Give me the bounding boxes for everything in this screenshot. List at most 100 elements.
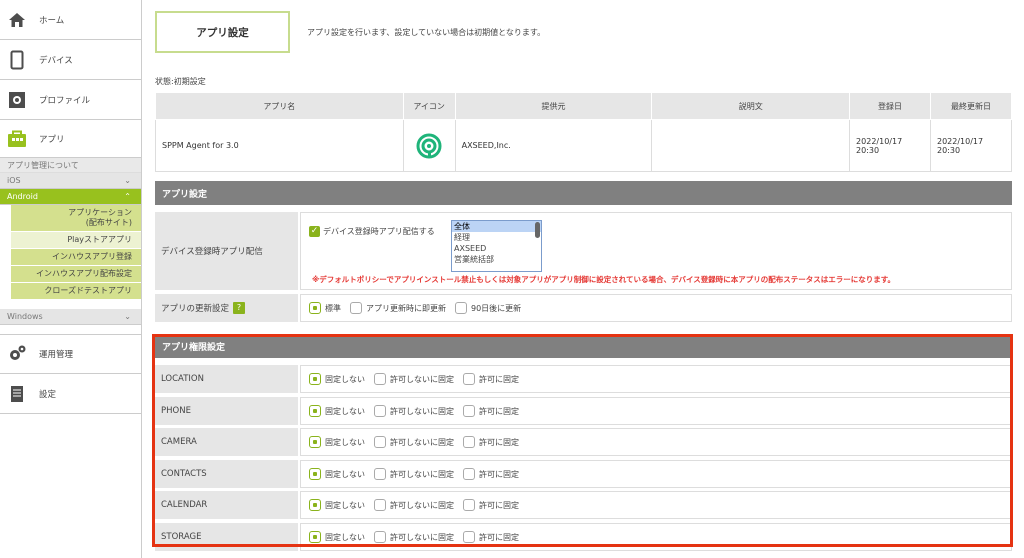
home-icon (7, 10, 27, 30)
description-cell (651, 119, 851, 172)
option-label: 許可しないに固定 (390, 469, 454, 479)
update-option-immediate[interactable]: アプリ更新時に即更新 (350, 302, 446, 314)
nav-devices[interactable]: デバイス (0, 40, 141, 80)
permission-label: CAMERA (155, 428, 298, 456)
update-option-90days[interactable]: 90日後に更新 (455, 302, 521, 314)
app-settings-header: アプリ設定 (155, 181, 1012, 205)
provider-cell: AXSEED,Inc. (454, 119, 653, 172)
radio-unselected-icon (463, 405, 475, 417)
nav-android-label: Android (7, 192, 38, 201)
option-label: 許可に固定 (479, 374, 519, 384)
nav-settings[interactable]: 設定 (0, 374, 141, 414)
option-fixed-deny[interactable]: 許可しないに固定 (374, 499, 454, 511)
option-not-fixed[interactable]: 固定しない (309, 499, 365, 511)
android-link-play-store[interactable]: Playストアアプリ (11, 232, 141, 249)
radio-unselected-icon (463, 468, 475, 480)
app-icon (7, 129, 27, 149)
permission-label: CONTACTS (155, 460, 298, 488)
group-listbox[interactable]: 全体 経理 AXSEED 営業統括部 (451, 220, 542, 272)
android-link-closed-test[interactable]: クローズドテストアプリ (11, 283, 141, 300)
option-fixed-allow[interactable]: 許可に固定 (463, 499, 519, 511)
permission-options: 固定しない 許可しないに固定 許可に固定 (300, 491, 1012, 519)
gear-icon (7, 344, 27, 364)
option-fixed-allow[interactable]: 許可に固定 (463, 405, 519, 417)
option-fixed-allow[interactable]: 許可に固定 (463, 436, 519, 448)
nav-operations[interactable]: 運用管理 (0, 334, 141, 374)
option-not-fixed[interactable]: 固定しない (309, 436, 365, 448)
nav-apps[interactable]: アプリ (0, 120, 141, 158)
nav-profiles[interactable]: プロファイル (0, 80, 141, 120)
nav-apps-label: アプリ (39, 134, 65, 145)
permission-row: LOCATION 固定しない 許可しないに固定 許可に固定 (155, 365, 1012, 393)
update-option-label: 標準 (325, 303, 341, 313)
group-option[interactable]: 営業統括部 (452, 254, 541, 265)
nav-home[interactable]: ホーム (0, 0, 141, 40)
option-fixed-deny[interactable]: 許可しないに固定 (374, 436, 454, 448)
permission-label: STORAGE (155, 523, 298, 551)
option-fixed-allow[interactable]: 許可に固定 (463, 531, 519, 543)
option-not-fixed[interactable]: 固定しない (309, 373, 365, 385)
update-setting-value: 標準 アプリ更新時に即更新 90日後に更新 (300, 294, 1012, 322)
option-label: 固定しない (325, 406, 365, 416)
radio-unselected-icon (374, 405, 386, 417)
option-fixed-deny[interactable]: 許可しないに固定 (374, 373, 454, 385)
group-option[interactable]: 全体 (452, 221, 541, 232)
android-submenu: アプリケーション (配布サイト) Playストアアプリ インハウスアプリ登録 イ… (11, 205, 141, 300)
option-fixed-deny[interactable]: 許可しないに固定 (374, 468, 454, 480)
option-label: 許可に固定 (479, 406, 519, 416)
radio-selected-icon (309, 302, 321, 314)
radio-unselected-icon (463, 436, 475, 448)
group-option[interactable]: 経理 (452, 232, 541, 243)
group-option[interactable]: AXSEED (452, 243, 541, 254)
radio-unselected-icon (374, 436, 386, 448)
update-option-standard[interactable]: 標準 (309, 302, 341, 314)
chevron-up-icon: ⌃ (124, 192, 131, 201)
warning-text: ※デフォルトポリシーでアプリインストール禁止もしくは対象アプリがアプリ制御に設定… (312, 275, 895, 284)
option-label: 固定しない (325, 532, 365, 542)
option-fixed-allow[interactable]: 許可に固定 (463, 468, 519, 480)
android-link-inhouse-register[interactable]: インハウスアプリ登録 (11, 249, 141, 266)
radio-selected-icon (309, 436, 321, 448)
option-not-fixed[interactable]: 固定しない (309, 405, 365, 417)
profile-icon (7, 90, 27, 110)
page-title: アプリ設定 (155, 11, 290, 53)
listbox-scrollbar[interactable] (535, 222, 540, 238)
device-icon (7, 50, 27, 70)
device-dist-checkbox[interactable]: ✓ デバイス登録時アプリ配信する (309, 226, 435, 237)
app-mgmt-about[interactable]: アプリ管理について (0, 158, 141, 173)
update-setting-row: アプリの更新設定 ? 標準 アプリ更新時に即更新 90日後に更新 (155, 294, 1012, 322)
option-fixed-allow[interactable]: 許可に固定 (463, 373, 519, 385)
column-header: 最終更新日 (930, 92, 1012, 120)
option-fixed-deny[interactable]: 許可しないに固定 (374, 531, 454, 543)
radio-selected-icon (309, 468, 321, 480)
chevron-down-icon: ⌄ (124, 176, 131, 185)
permission-options: 固定しない 許可しないに固定 許可に固定 (300, 365, 1012, 393)
nav-android[interactable]: Android ⌃ (0, 189, 141, 205)
nav-settings-label: 設定 (39, 389, 57, 400)
nav-profiles-label: プロファイル (39, 95, 91, 106)
update-option-label: 90日後に更新 (471, 303, 522, 313)
android-link-distribution-site[interactable]: アプリケーション (配布サイト) (11, 205, 141, 232)
nav-ios-label: iOS (7, 176, 21, 185)
help-icon[interactable]: ? (233, 302, 246, 314)
android-link-inhouse-distribution[interactable]: インハウスアプリ配布設定 (11, 266, 141, 283)
option-label: 許可に固定 (479, 532, 519, 542)
radio-unselected-icon (455, 302, 467, 314)
table-row: SPPM Agent for 3.0 AXSEED,Inc. 2022/10/1… (155, 119, 1012, 172)
column-header: 説明文 (651, 92, 851, 120)
device-dist-checkbox-label: デバイス登録時アプリ配信する (323, 227, 435, 236)
nav-ios[interactable]: iOS ⌄ (0, 173, 141, 189)
update-setting-label: アプリの更新設定 ? (155, 294, 298, 322)
option-not-fixed[interactable]: 固定しない (309, 531, 365, 543)
option-label: 許可に固定 (479, 469, 519, 479)
radio-unselected-icon (374, 531, 386, 543)
option-fixed-deny[interactable]: 許可しないに固定 (374, 405, 454, 417)
option-not-fixed[interactable]: 固定しない (309, 468, 365, 480)
nav-windows[interactable]: Windows ⌄ (0, 309, 141, 325)
sppm-agent-icon (416, 133, 442, 158)
permission-label: PHONE (155, 397, 298, 425)
radio-selected-icon (309, 373, 321, 385)
nav-windows-label: Windows (7, 312, 43, 321)
nav-devices-label: デバイス (39, 55, 73, 66)
permission-row: STORAGE 固定しない 許可しないに固定 許可に固定 (155, 523, 1012, 551)
